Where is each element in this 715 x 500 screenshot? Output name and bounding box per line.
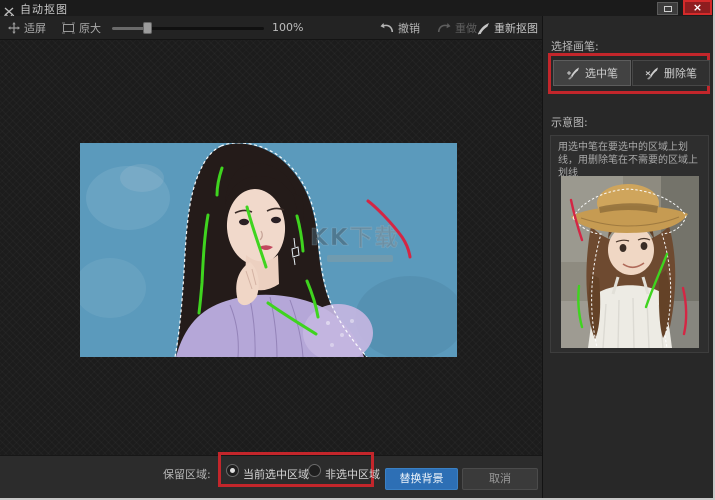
right-panel: 选择画笔: 选中笔 删除笔 示意图: 用选中笔在要选中的区域上划线，用删除笔在不…	[542, 16, 715, 500]
original-size-button[interactable]: 原大	[62, 16, 101, 40]
demo-example-image	[561, 176, 699, 348]
select-pen-label: 选中笔	[585, 65, 618, 81]
auto-cutout-dialog: 自动抠图 × 适屏 原大 100%	[0, 0, 715, 500]
redo-label: 重做	[455, 20, 477, 36]
radio-current-selected-region[interactable]	[226, 464, 239, 477]
replace-background-button[interactable]: 替换背景	[385, 468, 458, 490]
undo-label: 撤销	[398, 20, 420, 36]
recut-label: 重新抠图	[494, 20, 538, 36]
watermark-text: KK下载	[310, 225, 400, 251]
radio-not-selected-label[interactable]: 非选中区域	[325, 466, 380, 482]
select-brush-icon	[566, 67, 580, 80]
edited-photo[interactable]: KK下载	[80, 143, 457, 357]
undo-icon	[380, 22, 394, 34]
brush-section-label: 选择画笔:	[551, 38, 599, 54]
maximize-icon	[664, 6, 672, 12]
delete-pen-label: 删除笔	[664, 65, 697, 81]
toolbar: 适屏 原大 100% 撤销 重做	[0, 16, 542, 40]
close-icon: ×	[693, 1, 702, 14]
maximize-button[interactable]	[657, 2, 678, 15]
editing-canvas[interactable]: KK下载	[0, 40, 542, 455]
fit-screen-label: 适屏	[24, 20, 46, 36]
zoom-slider-handle[interactable]	[143, 22, 152, 34]
demo-box: 用选中笔在要选中的区域上划线，用删除笔在不需要的区域上划线	[550, 135, 709, 353]
cancel-button[interactable]: 取消	[462, 468, 538, 490]
select-pen-button[interactable]: 选中笔	[553, 60, 631, 86]
delete-brush-icon	[645, 67, 659, 80]
radio-not-selected-region[interactable]	[308, 464, 321, 477]
recut-pen-icon	[477, 22, 490, 35]
demo-section-label: 示意图:	[551, 114, 588, 130]
redo-button[interactable]: 重做	[437, 16, 477, 40]
titlebar: 自动抠图 ×	[0, 0, 715, 16]
original-size-icon	[62, 22, 75, 34]
window-title: 自动抠图	[20, 1, 68, 17]
redo-icon	[437, 22, 451, 34]
fit-screen-button[interactable]: 适屏	[8, 16, 46, 40]
keep-region-label: 保留区域:	[163, 466, 211, 482]
zoom-value: 100%	[272, 21, 303, 34]
radio-selected-dot	[230, 468, 235, 473]
demo-instructions: 用选中笔在要选中的区域上划线，用删除笔在不需要的区域上划线	[558, 141, 703, 180]
original-size-label: 原大	[79, 20, 101, 36]
close-button[interactable]: ×	[683, 0, 712, 15]
radio-current-selected-label[interactable]: 当前选中区域	[243, 466, 309, 482]
fit-screen-icon	[8, 22, 20, 34]
delete-pen-button[interactable]: 删除笔	[632, 60, 710, 86]
undo-button[interactable]: 撤销	[380, 16, 420, 40]
zoom-slider[interactable]	[112, 27, 264, 30]
recut-button[interactable]: 重新抠图	[477, 16, 538, 40]
